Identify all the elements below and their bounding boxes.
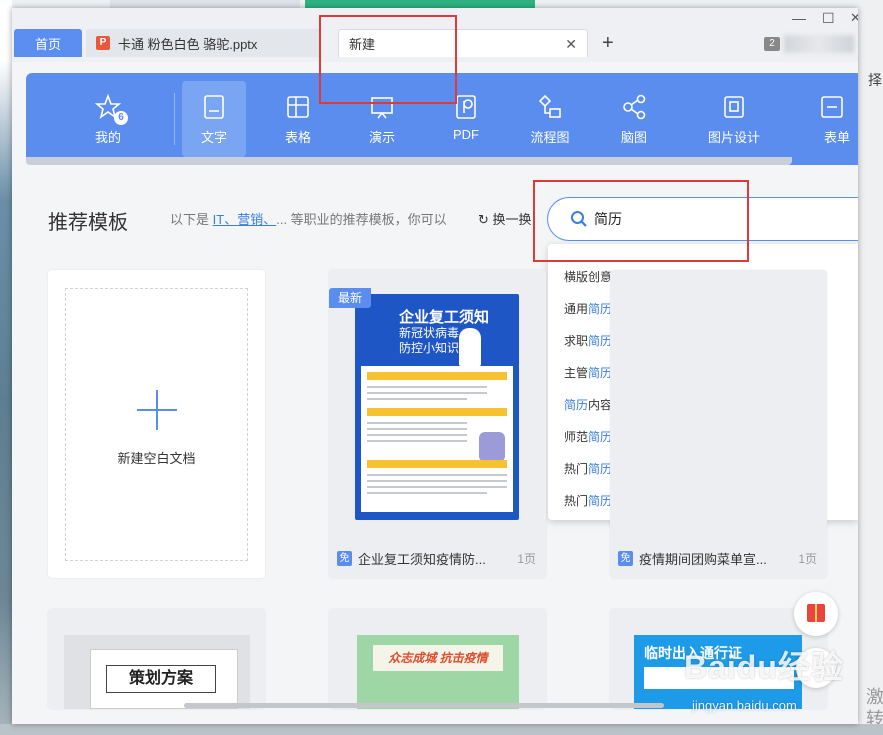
poster-subtitle: 新冠状病毒 防控小知识 [399,326,459,356]
watermark-brand: Baidu经验 [684,649,844,685]
template-card[interactable]: 策划方案 [48,609,265,709]
close-tab-icon[interactable]: ✕ [565,36,577,53]
new-blank-document-card[interactable]: 新建空白文档 [48,270,265,578]
close-window-icon[interactable]: ✕ [850,10,858,26]
category-label: 表格 [284,130,311,145]
horizontal-scrollbar[interactable] [184,703,664,708]
suggestion-text-hl: 简历 [588,494,613,508]
desc-suffix: ... 等职业的推荐模板，你可以 [276,212,447,227]
poster-title: 企业复工须知 [399,309,490,326]
image-design-icon [724,96,744,118]
free-icon: 免 [618,550,633,566]
template-pages: 1页 [798,551,817,566]
template-meta: 免 疫情期间团购菜单宣... 1页 [618,548,823,568]
tab-document[interactable]: P 卡通 粉色白色 骆驼.pptx [86,29,320,57]
template-card[interactable]: 众志成城 抗击疫情 [329,609,546,709]
form-icon [821,96,843,118]
suggestion-text-hl: 简历 [588,366,613,380]
template-title: 企业复工须知疫情防... [358,551,486,567]
template-card[interactable]: 免 疫情期间团购菜单宣... 1页 [610,270,827,578]
suggestion-text-pre: 主管 [564,366,589,380]
template-title: 疫情期间团购菜单宣... [639,551,767,567]
poster-subtitle-line2: 防控小知识 [399,341,460,355]
free-icon: 免 [337,550,352,566]
suggestion-text-pre: 求职 [564,334,589,348]
background-bottom [0,724,883,735]
search-suggestion-item[interactable]: 主管简历 [564,364,612,381]
doctor-figure [459,328,481,366]
category-flowchart[interactable]: 流程图 [518,81,582,157]
category-label: 流程图 [530,130,570,145]
search-suggestion-item[interactable]: 师范简历 [564,428,612,445]
suggestion-text-hl: 简历 [588,430,613,444]
search-suggestion-item[interactable]: 简历内容 [564,396,612,413]
template-preview-title: 策划方案 [106,665,216,693]
background-right-text: 择 [868,72,882,88]
gift-icon [807,604,825,622]
minimize-icon[interactable]: — [792,10,806,26]
suggestion-text-hl: 简历 [588,334,613,348]
table-icon [287,96,309,118]
category-text[interactable]: 文字 [182,81,246,157]
highlight-box-search [533,180,749,262]
category-label: 演示 [368,130,395,145]
category-label: PDF [453,127,479,142]
category-label: 图片设计 [707,130,760,145]
new-badge: 最新 [329,288,371,308]
profession-link-it[interactable]: IT、 [213,212,238,227]
tab-home[interactable]: 首页 [14,29,82,57]
suggestion-text-pre: 横版创意 [564,270,613,284]
template-preview-title: 众志成城 抗击疫情 [373,645,503,671]
highlight-box-new-tab [319,15,457,104]
background-left [0,0,12,735]
gift-button[interactable] [794,592,838,636]
suggestion-text-pre: 热门 [564,494,589,508]
maximize-icon[interactable]: ☐ [822,10,835,27]
template-pages: 1页 [517,551,536,566]
blurred-account-area [784,35,854,53]
pptx-icon: P [96,36,110,50]
suggestion-text-hl: 简历 [588,462,613,476]
add-tab-icon[interactable]: + [602,32,614,55]
template-preview: 企业复工须知 新冠状病毒 防控小知识 [355,294,519,520]
mindmap-icon [623,94,646,120]
suggestion-text-hl: 简历 [564,398,589,412]
refresh-button[interactable]: ↻ 换一换 [478,209,532,228]
category-label: 表单 [824,130,851,145]
new-blank-document-label: 新建空白文档 [117,451,196,466]
category-image-design[interactable]: 图片设计 [694,81,774,157]
refresh-label: 换一换 [492,212,532,227]
background-right: 择 激 转 [858,0,883,735]
poster-subtitle-line1: 新冠状病毒 [399,326,460,340]
section-description: 以下是 IT、营销、... 等职业的推荐模板，你可以 [170,209,447,228]
suggestion-text-post: 内容 [588,398,613,412]
category-label: 文字 [200,130,227,145]
document-icon [204,95,224,119]
category-scrollbar[interactable] [26,157,792,165]
desc-prefix: 以下是 [170,212,210,227]
category-badge: 6 [114,111,128,125]
suggestion-text-pre: 师范 [564,430,589,444]
category-label: 脑图 [620,130,647,145]
suggestion-text-pre: 通用 [564,302,589,316]
poster-body [361,366,513,512]
watermark-url: jingyan.baidu.com [692,698,797,713]
profession-link-marketing[interactable]: 营销、 [237,212,276,227]
wps-new-window: 首页 P 卡通 粉色白色 骆驼.pptx 新建 ✕ + 2 — ☐ ✕ 6 我的… [12,8,858,724]
section-title: 推荐模板 [48,212,128,234]
window-count-badge[interactable]: 2 [764,37,780,51]
category-label: 我的 [94,130,121,145]
category-mindmap[interactable]: 脑图 [602,81,666,157]
category-separator [174,93,175,145]
suggestion-text-pre: 热门 [564,462,589,476]
template-card[interactable]: 企业复工须知 新冠状病毒 防控小知识 最新 免 企业复工须知疫情防... 1页 [329,270,546,578]
plus-icon [137,390,177,430]
category-mine[interactable]: 6 我的 [76,81,140,157]
category-form[interactable]: 表单 [806,81,858,157]
tab-document-label: 卡通 粉色白色 骆驼.pptx [118,36,258,52]
template-meta: 免 企业复工须知疫情防... 1页 [337,548,542,568]
flowchart-icon [538,94,561,118]
